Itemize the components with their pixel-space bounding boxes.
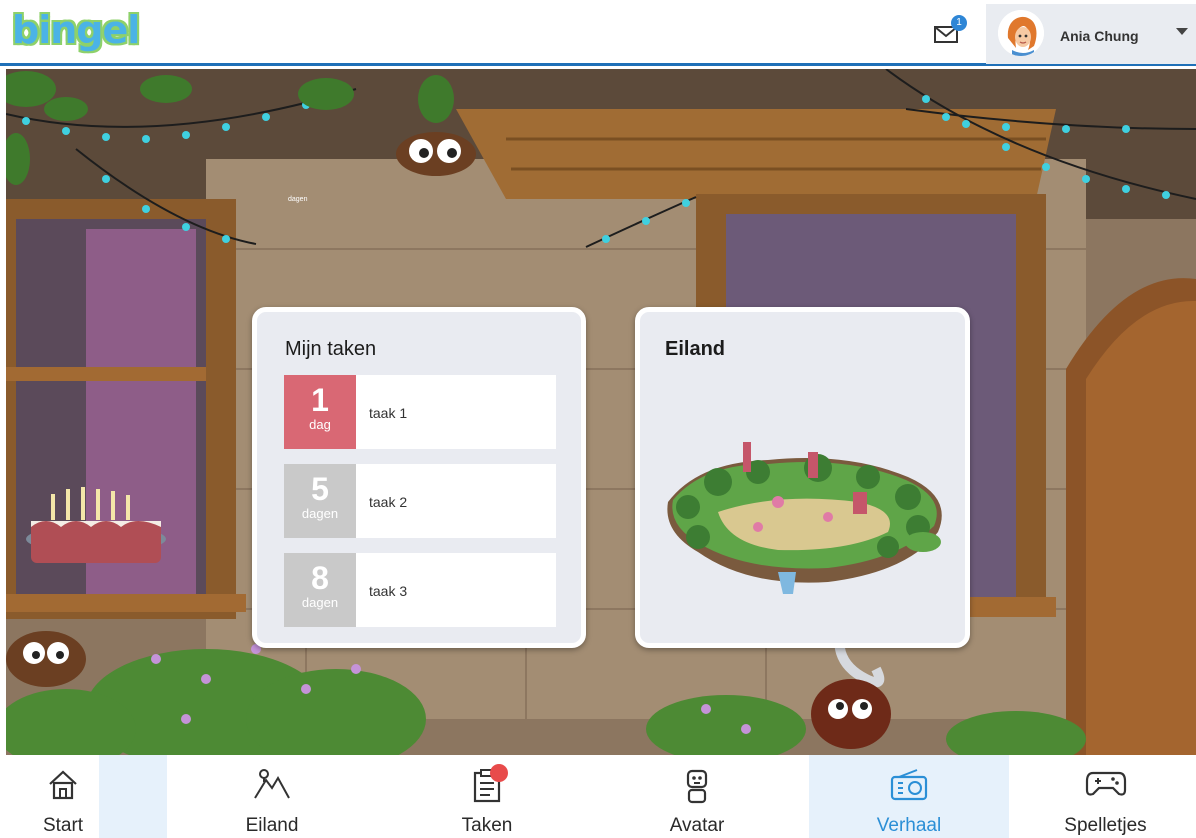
nav-label: Taken: [461, 815, 513, 836]
robot-icon: [686, 769, 708, 804]
task-days-badge: 8 dagen: [284, 553, 356, 627]
avatar-face-icon: [998, 10, 1044, 56]
nav-item-verhaal[interactable]: Verhaal: [809, 755, 1009, 838]
task-label: taak 2: [369, 494, 408, 510]
nav-label: Avatar: [669, 815, 725, 836]
chevron-down-icon[interactable]: [1176, 28, 1188, 35]
scene-background: [6, 69, 1196, 755]
task-days-number: 5: [311, 471, 329, 507]
nav-label: Eiland: [245, 815, 299, 836]
mail-count-badge: 1: [951, 15, 967, 31]
nav-item-spelletjes[interactable]: Spelletjes: [1015, 755, 1196, 838]
user-avatar: [998, 10, 1044, 56]
task-days-badge: 5 dagen: [284, 464, 356, 538]
task-label: taak 3: [369, 583, 408, 599]
task-item[interactable]: 8 dagen taak 3: [284, 553, 556, 627]
gamepad-icon: [1085, 771, 1126, 796]
island-card-title: Eiland: [665, 338, 726, 360]
user-name: Ania Chung: [1060, 28, 1139, 44]
user-menu[interactable]: Ania Chung: [986, 4, 1196, 64]
mountain-icon: [254, 769, 290, 799]
bingel-logo[interactable]: bingel: [12, 8, 140, 52]
island-card[interactable]: Eiland: [635, 307, 970, 648]
tasks-card-title: Mijn taken: [285, 338, 377, 360]
nav-item-start[interactable]: Start: [27, 755, 99, 838]
task-days-unit: dagen: [301, 506, 339, 521]
scene-tiny-label: dagen: [288, 196, 308, 203]
nav-highlight-strip: [99, 755, 167, 838]
task-days-unit: dagen: [301, 595, 339, 610]
nav-label: Start: [42, 815, 84, 836]
task-label: taak 1: [369, 405, 408, 421]
task-days-badge: 1 dag: [284, 375, 356, 449]
home-scene: dagen Mijn taken 1 dag taak 1 5 dagen ta…: [6, 69, 1196, 755]
nav-item-taken[interactable]: Taken: [387, 755, 587, 838]
nav-label: Spelletjes: [1064, 815, 1147, 836]
top-bar: bingel 1 Ania Chung: [0, 0, 1196, 66]
nav-item-eiland[interactable]: Eiland: [172, 755, 372, 838]
nav-item-avatar[interactable]: Avatar: [597, 755, 797, 838]
radio-icon: [890, 769, 928, 801]
home-icon: [49, 770, 77, 800]
island-map-icon: [667, 442, 942, 594]
task-days-number: 8: [311, 560, 329, 596]
task-item[interactable]: 1 dag taak 1: [284, 375, 556, 449]
tasks-card[interactable]: Mijn taken 1 dag taak 1 5 dagen taak 2 8…: [252, 307, 586, 648]
task-days-unit: dag: [309, 417, 331, 432]
task-notification-badge: [490, 764, 508, 782]
bottom-nav: Start Eiland Taken Avatar Verhaal Spelle…: [0, 755, 1196, 838]
task-item[interactable]: 5 dagen taak 2: [284, 464, 556, 538]
nav-label: Verhaal: [876, 815, 942, 836]
task-days-number: 1: [311, 382, 329, 418]
